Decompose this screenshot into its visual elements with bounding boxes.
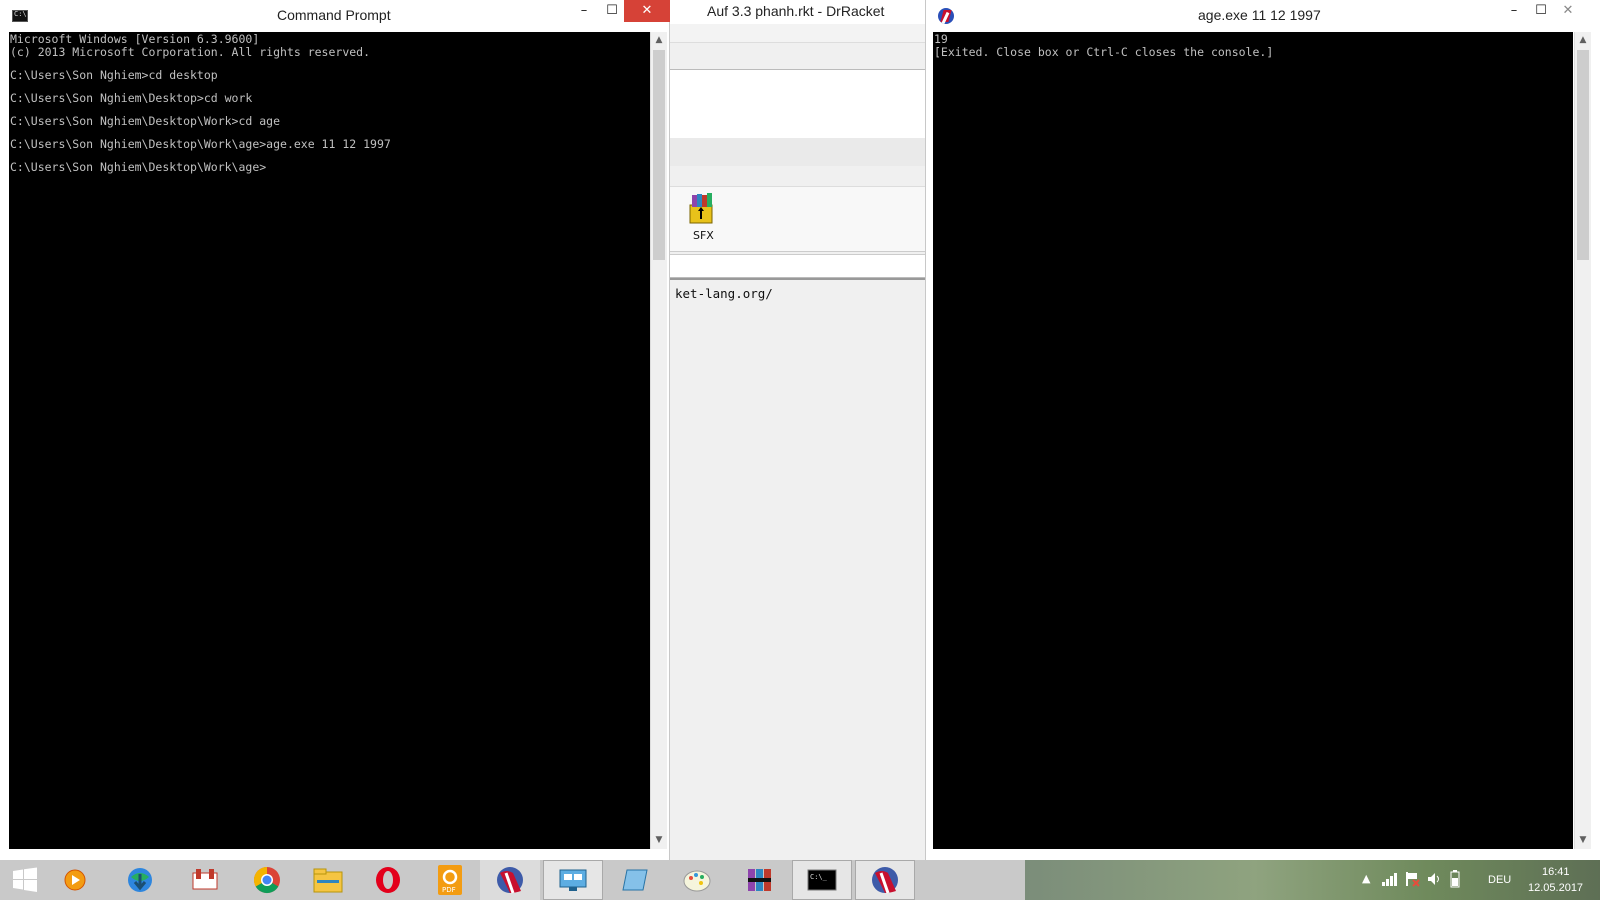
age-exe-console-window[interactable]: age.exe 11 12 1997 – ☐ ✕ 19 [Exited. Clos… <box>925 0 1600 860</box>
sfx-archive-icon <box>689 193 713 224</box>
scroll-down-arrow-icon[interactable]: ▼ <box>651 832 667 849</box>
taskbar-drracket[interactable] <box>480 860 540 900</box>
ultraviewer-icon <box>192 869 218 890</box>
age-window-title: age.exe 11 12 1997 <box>1198 7 1321 23</box>
cmd-titlebar[interactable]: Command Prompt – ☐ ✕ <box>0 0 670 32</box>
network-signal-icon[interactable] <box>1382 872 1398 886</box>
cmd-minimize-button[interactable]: – <box>570 0 598 22</box>
windows-logo-icon <box>13 867 37 892</box>
cmd-console-output[interactable]: Microsoft Windows [Version 6.3.9600] (c) … <box>9 32 650 849</box>
cmd-scrollbar-thumb[interactable] <box>653 50 665 260</box>
internet-download-manager-icon <box>128 868 152 892</box>
input-language-indicator[interactable]: DEU <box>1488 874 1511 886</box>
age-close-button[interactable]: ✕ <box>1554 0 1582 22</box>
cmd-scrollbar[interactable]: ▲ ▼ <box>650 32 667 849</box>
taskbar-remote-desktop[interactable] <box>543 860 603 900</box>
tray-overflow-arrow-icon[interactable]: ▲ <box>1362 872 1370 885</box>
taskbar-command-prompt[interactable]: C:\_ <box>792 860 852 900</box>
drracket-url-text: ket-lang.org/ <box>675 286 773 301</box>
age-minimize-button[interactable]: – <box>1500 0 1528 22</box>
volume-icon[interactable] <box>1427 872 1443 886</box>
scroll-down-arrow-icon[interactable]: ▼ <box>1575 832 1591 849</box>
taskbar-winrar[interactable] <box>730 860 790 900</box>
command-prompt-app-icon <box>12 10 28 22</box>
svg-text:PDF: PDF <box>442 886 456 894</box>
drracket-menu-strip <box>670 24 925 43</box>
drracket-titlebar[interactable]: Auf 3.3 phanh.rkt - DrRacket <box>670 0 925 24</box>
sfx-archive-item[interactable]: SFX <box>684 191 714 243</box>
taskbar-paint[interactable] <box>667 860 727 900</box>
console-line: C:\Users\Son Nghiem\Desktop\Work\age>age… <box>10 137 391 151</box>
taskbar: PDF C:\_ ▲ DEU 16:41 12.05.2017 <box>0 860 1600 900</box>
console-line: [Exited. Close box or Ctrl-C closes the … <box>934 45 1274 59</box>
command-prompt-icon: C:\_ <box>807 869 837 891</box>
console-line: (c) 2013 Microsoft Corporation. All righ… <box>10 45 371 59</box>
scroll-up-arrow-icon[interactable]: ▲ <box>651 32 667 49</box>
chrome-icon <box>253 866 280 894</box>
paint-icon <box>683 870 711 892</box>
drracket-icon <box>497 867 523 894</box>
taskbar-internet-download-manager[interactable] <box>110 860 170 900</box>
age-maximize-button[interactable]: ☐ <box>1527 0 1555 22</box>
media-player-icon <box>64 869 86 891</box>
cmd-close-button[interactable]: ✕ <box>624 0 670 22</box>
file-explorer-icon <box>313 868 343 893</box>
console-line: C:\Users\Son Nghiem>cd desktop <box>10 68 218 82</box>
clock-date[interactable]: 12.05.2017 <box>1528 882 1583 894</box>
start-button[interactable] <box>0 860 50 900</box>
console-line: C:\Users\Son Nghiem\Desktop\Work>cd age <box>10 114 281 128</box>
drracket-interactions-area[interactable]: ket-lang.org/ <box>670 278 925 860</box>
age-console-output[interactable]: 19 [Exited. Close box or Ctrl-C closes th… <box>933 32 1573 849</box>
clock-time[interactable]: 16:41 <box>1542 866 1570 878</box>
taskbar-racket-console[interactable] <box>855 860 915 900</box>
cmd-window-title: Command Prompt <box>277 7 391 23</box>
command-prompt-window[interactable]: Command Prompt – ☐ ✕ Microsoft Windows [… <box>0 0 670 860</box>
opera-icon <box>376 867 400 893</box>
action-center-flag-icon[interactable] <box>1404 871 1420 887</box>
notepad-icon <box>622 869 648 891</box>
drracket-separator-bar <box>670 138 925 166</box>
drracket-window[interactable]: Auf 3.3 phanh.rkt - DrRacket SFX ket-lan… <box>670 0 925 860</box>
drracket-window-title: Auf 3.3 phanh.rkt - DrRacket <box>707 3 885 19</box>
remote-desktop-icon <box>559 869 587 891</box>
racket-app-icon <box>938 8 954 24</box>
svg-text:C:\_: C:\_ <box>810 873 828 881</box>
taskbar-ultraviewer[interactable] <box>175 860 235 900</box>
winrar-icon <box>748 869 771 891</box>
wallpaper-strip <box>1025 860 1600 900</box>
taskbar-chrome[interactable] <box>237 860 297 900</box>
age-scrollbar-thumb[interactable] <box>1577 50 1589 260</box>
foxit-pdf-icon: PDF <box>438 865 462 895</box>
cmd-maximize-button[interactable]: ☐ <box>598 0 626 22</box>
drracket-definitions-area[interactable] <box>670 69 925 139</box>
scroll-up-arrow-icon[interactable]: ▲ <box>1575 32 1591 49</box>
racket-console-icon <box>872 867 898 894</box>
taskbar-foxit-pdf[interactable]: PDF <box>420 860 480 900</box>
sfx-label: SFX <box>693 229 714 242</box>
taskbar-file-explorer[interactable] <box>298 860 358 900</box>
drracket-interactions-header <box>670 254 925 278</box>
taskbar-notepad[interactable] <box>605 860 665 900</box>
taskbar-media-player[interactable] <box>50 860 100 900</box>
drracket-toolbar-area: SFX <box>670 186 925 252</box>
console-line: C:\Users\Son Nghiem\Desktop\Work\age> <box>10 160 267 174</box>
taskbar-opera[interactable] <box>358 860 418 900</box>
battery-icon[interactable] <box>1448 870 1462 888</box>
age-scrollbar[interactable]: ▲ ▼ <box>1574 32 1591 849</box>
console-line: C:\Users\Son Nghiem\Desktop>cd work <box>10 91 253 105</box>
age-titlebar[interactable]: age.exe 11 12 1997 – ☐ ✕ <box>926 0 1600 32</box>
